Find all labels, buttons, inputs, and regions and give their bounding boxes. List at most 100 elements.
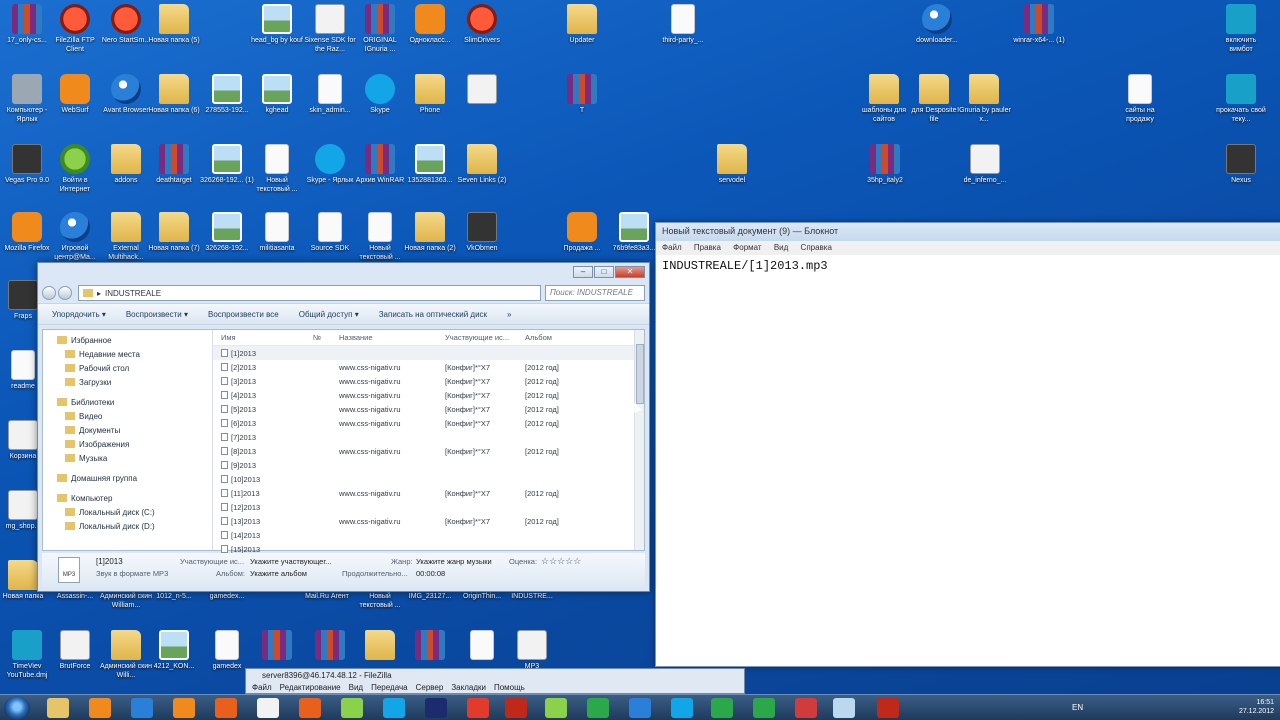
desktop-icon[interactable]: Phone <box>403 74 457 115</box>
back-button[interactable] <box>42 286 56 300</box>
desktop-icon[interactable]: BrutForce <box>48 630 102 671</box>
desktop-icon[interactable]: Nexus <box>1214 144 1268 185</box>
notepad-text-area[interactable]: INDUSTREALE/[1]2013.mp3 <box>656 255 1280 277</box>
vertical-scrollbar[interactable] <box>634 330 644 550</box>
desktop-icon[interactable]: TimeViev YouTube.dmj <box>0 630 54 680</box>
burn-button[interactable]: Записать на оптический диск <box>379 310 487 319</box>
filezilla-window[interactable]: server8396@46.174.48.12 - FileZilla Файл… <box>245 668 745 694</box>
desktop-icon[interactable]: 326268-192... (1) <box>200 144 254 185</box>
file-row[interactable]: [8]2013 www.css-nigativ.ru [Конфиг]*°X7 [20… <box>213 444 644 458</box>
desktop-icon[interactable] <box>250 630 304 662</box>
desktop-icon[interactable]: WebSurf <box>48 74 102 115</box>
desktop-icon[interactable]: Админский скин Willi... <box>99 630 153 680</box>
desktop-icon[interactable]: winrar-x64-... (1) <box>1012 4 1066 45</box>
desktop-icon[interactable]: head_bg by kouf <box>250 4 304 45</box>
minimize-button[interactable]: – <box>573 266 593 278</box>
menu-help[interactable]: Справка <box>801 243 832 252</box>
nav-item[interactable]: Видео <box>43 410 212 424</box>
taskbar-photoshop-icon[interactable] <box>425 698 447 718</box>
nav-item[interactable]: Локальный диск (C:) <box>43 506 212 520</box>
taskbar-filezilla-icon[interactable] <box>505 698 527 718</box>
desktop-icon[interactable]: Seven Links (2) <box>455 144 509 185</box>
desktop-icon[interactable]: Продажа ... <box>555 212 609 253</box>
taskbar-filezilla-2-icon[interactable] <box>877 698 899 718</box>
taskbar-odnoklassniki-icon[interactable] <box>173 698 195 718</box>
taskbar-media-player-icon[interactable] <box>89 698 111 718</box>
explorer-window[interactable]: – □ ✕ ▸ INDUSTREALE Поиск: INDUSTREALE У… <box>37 262 650 592</box>
desktop-icon[interactable]: Updater <box>555 4 609 45</box>
desktop-icon[interactable]: включить вимбот <box>1214 4 1268 54</box>
detail-genre-value[interactable]: Укажите жанр музыки <box>416 557 492 566</box>
nav-item[interactable]: Компьютер <box>43 492 212 506</box>
desktop-icon[interactable]: Sixense SDK for the Raz... <box>303 4 357 54</box>
more-button[interactable]: » <box>507 310 511 319</box>
nav-item[interactable]: Рабочий стол <box>43 362 212 376</box>
desktop-icon[interactable]: Архив WinRAR <box>353 144 407 185</box>
file-row[interactable]: [12]2013 <box>213 500 644 514</box>
breadcrumb[interactable]: INDUSTREALE <box>105 289 161 298</box>
column-album[interactable]: Альбом <box>525 333 585 342</box>
desktop-icon[interactable]: External Multihack... <box>99 212 153 262</box>
nav-item[interactable]: Загрузки <box>43 376 212 390</box>
desktop-icon[interactable]: Avant Browser <box>99 74 153 115</box>
nav-item[interactable]: Библиотеки <box>43 396 212 410</box>
desktop-icon[interactable]: MP3 <box>505 630 559 671</box>
desktop-icon[interactable]: 278553-192... <box>200 74 254 115</box>
menu-file[interactable]: Файл <box>662 243 682 252</box>
desktop-icon[interactable]: Игровой центр@Ma... <box>48 212 102 262</box>
filezilla-menu-item[interactable]: Закладки <box>451 683 486 692</box>
nav-item[interactable]: Изображения <box>43 438 212 452</box>
language-indicator[interactable]: EN <box>1072 703 1083 712</box>
organize-button[interactable]: Упорядочить ▾ <box>52 310 106 319</box>
desktop-icon[interactable]: для Desposite file <box>907 74 961 124</box>
play-all-button[interactable]: Воспроизвести все <box>208 310 279 319</box>
taskbar-explorer-icon[interactable] <box>47 698 69 718</box>
desktop-icon[interactable]: T <box>555 74 609 115</box>
desktop-icon[interactable]: 1352881363... <box>403 144 457 185</box>
desktop-icon[interactable]: downloader... <box>910 4 964 45</box>
nav-item[interactable]: Домашняя группа <box>43 472 212 486</box>
taskbar-chrome-icon[interactable] <box>587 698 609 718</box>
rating-stars[interactable]: ☆☆☆☆☆ <box>541 556 581 567</box>
desktop-icon[interactable]: 35hp_italy2 <box>858 144 912 185</box>
desktop-icon[interactable]: SlimDrivers <box>455 4 509 45</box>
file-row[interactable]: [6]2013 www.css-nigativ.ru [Конфиг]*°X7 [20… <box>213 416 644 430</box>
filezilla-menu-item[interactable]: Редактирование <box>280 683 341 692</box>
nav-item[interactable]: Документы <box>43 424 212 438</box>
desktop-icon[interactable]: skin_admin... <box>303 74 357 115</box>
nav-item[interactable]: Избранное <box>43 334 212 348</box>
file-row[interactable]: [13]2013 www.css-nigativ.ru [Конфиг]*°X7 [2… <box>213 514 644 528</box>
filezilla-menu-item[interactable]: Вид <box>349 683 363 692</box>
taskbar-browser-green-icon[interactable] <box>545 698 567 718</box>
desktop-icon[interactable]: Новая папка (6) <box>147 74 201 115</box>
close-button[interactable]: ✕ <box>615 266 645 278</box>
desktop-icon[interactable]: 76b9fe83a3... <box>607 212 661 253</box>
filezilla-menu-item[interactable]: Передача <box>371 683 407 692</box>
forward-button[interactable] <box>58 286 72 300</box>
desktop-icon[interactable]: Новая папка (2) <box>403 212 457 253</box>
desktop-icon[interactable]: third-party_... <box>656 4 710 45</box>
desktop-icon[interactable]: Mozilla Firefox <box>0 212 54 253</box>
file-row[interactable]: [2]2013 www.css-nigativ.ru [Конфиг]*°X7 [20… <box>213 360 644 374</box>
nav-item[interactable]: Музыка <box>43 452 212 466</box>
desktop-icon[interactable]: Компьютер - Ярлык <box>0 74 54 124</box>
taskbar-mailru-icon[interactable] <box>753 698 775 718</box>
file-row[interactable]: [14]2013 <box>213 528 644 542</box>
menu-format[interactable]: Формат <box>733 243 761 252</box>
taskbar-skype-icon[interactable] <box>383 698 405 718</box>
start-button[interactable] <box>4 696 30 720</box>
desktop-icon[interactable]: ORIGINAL IGnuria ... <box>353 4 407 54</box>
nav-item[interactable]: Недавние места <box>43 348 212 362</box>
maximize-button[interactable]: □ <box>594 266 614 278</box>
column-title[interactable]: Название <box>339 333 445 342</box>
taskbar-firefox-icon[interactable] <box>215 698 237 718</box>
desktop-icon[interactable]: прокачать свой теку... <box>1214 74 1268 124</box>
taskbar-greenshot-icon[interactable] <box>341 698 363 718</box>
search-input[interactable]: Поиск: INDUSTREALE <box>545 285 645 301</box>
desktop-icon[interactable]: Vegas Pro 9.0 <box>0 144 54 185</box>
menu-edit[interactable]: Правка <box>694 243 721 252</box>
taskbar-unknown-icon[interactable] <box>833 698 855 718</box>
desktop-icon[interactable]: Однокласс... <box>403 4 457 45</box>
desktop-icon[interactable]: 17_only-cs... <box>0 4 54 45</box>
desktop-icon[interactable]: Skype - Ярлык <box>303 144 357 185</box>
